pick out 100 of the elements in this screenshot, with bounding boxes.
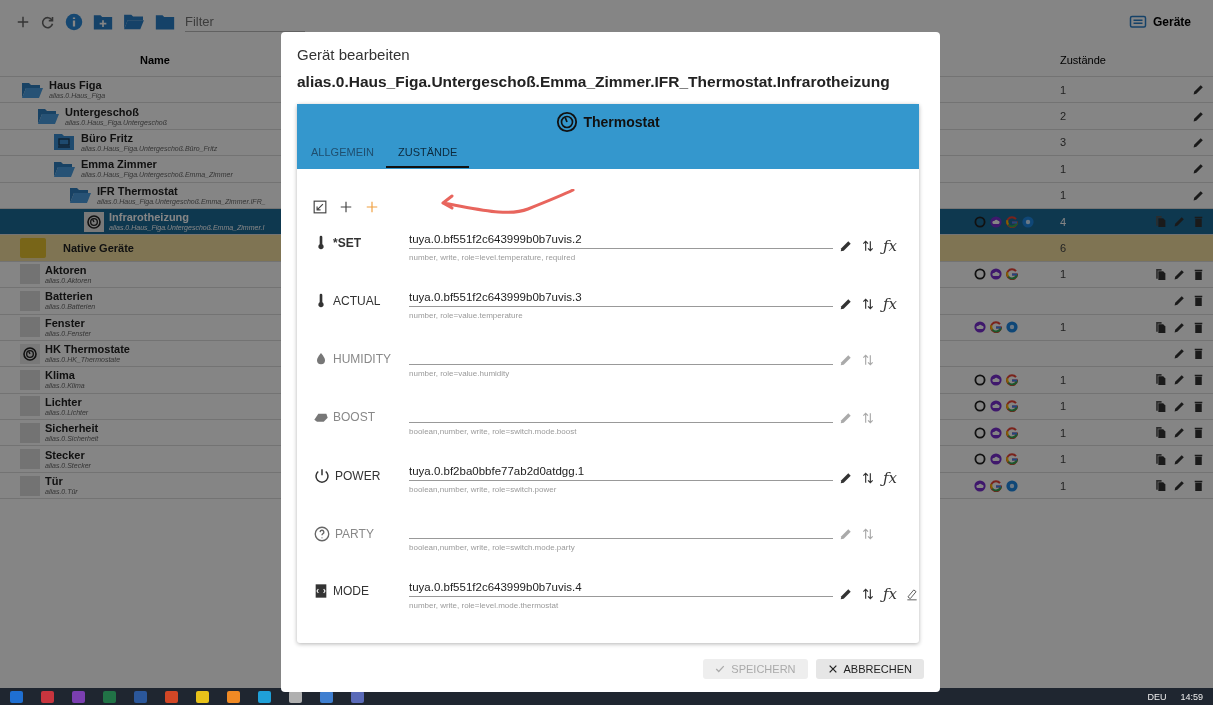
pencil-icon bbox=[839, 471, 853, 485]
delete-button[interactable] bbox=[1192, 479, 1205, 493]
trash-icon bbox=[1192, 215, 1205, 229]
copy-button[interactable] bbox=[1154, 399, 1167, 413]
column-header: Zustände bbox=[1060, 54, 1107, 66]
state-id-field[interactable]: tuya.0.bf551f2c643999b0b7uvis.4 bbox=[409, 579, 833, 597]
info-button[interactable] bbox=[65, 13, 83, 31]
delete-button[interactable] bbox=[1192, 426, 1205, 440]
pencil-icon bbox=[839, 527, 853, 541]
swap-button[interactable] bbox=[861, 471, 875, 485]
taskbar-app-icon[interactable] bbox=[258, 690, 271, 703]
add-button[interactable] bbox=[16, 15, 30, 29]
ring-icon bbox=[974, 268, 986, 281]
copy-icon bbox=[1154, 426, 1167, 440]
state-hint: number, write, role=level.temperature, required bbox=[409, 253, 577, 262]
check-icon bbox=[715, 664, 726, 674]
copy-button[interactable] bbox=[1154, 267, 1167, 281]
ring-icon bbox=[974, 374, 986, 386]
ring-icon bbox=[974, 215, 986, 228]
add-folder-button[interactable] bbox=[93, 13, 113, 31]
edit-button[interactable] bbox=[839, 297, 853, 311]
filter-field[interactable]: Filter bbox=[185, 12, 305, 32]
dot-badge-icon bbox=[1006, 321, 1018, 334]
eraser-button[interactable] bbox=[905, 587, 919, 601]
mode-icon bbox=[313, 583, 329, 599]
trash-icon bbox=[1192, 294, 1205, 308]
state-hint: boolean,number, write, role=switch.mode.party bbox=[409, 543, 576, 552]
pencil-icon bbox=[839, 297, 853, 311]
copy-icon bbox=[1154, 215, 1167, 229]
swap-arrows-icon bbox=[861, 239, 875, 253]
resize-icon[interactable] bbox=[313, 200, 327, 214]
help-icon bbox=[313, 525, 331, 543]
state-count: 4 bbox=[1060, 215, 1068, 228]
trash-icon bbox=[1192, 452, 1205, 466]
pencil-icon bbox=[1173, 347, 1186, 361]
pencil-icon bbox=[1192, 109, 1205, 123]
copy-button[interactable] bbox=[1154, 373, 1167, 387]
copy-button[interactable] bbox=[1154, 479, 1167, 493]
cloud-badge-icon bbox=[990, 453, 1002, 466]
tab[interactable]: ZUSTÄNDE bbox=[385, 140, 470, 168]
pencil-icon bbox=[1173, 399, 1186, 413]
cancel-button[interactable]: ABBRECHEN bbox=[815, 659, 924, 679]
power-icon bbox=[313, 467, 331, 485]
g-logo-icon bbox=[990, 321, 1002, 334]
delete-button[interactable] bbox=[1192, 267, 1205, 281]
trash-icon bbox=[1192, 320, 1205, 334]
state-count: 1 bbox=[1060, 268, 1068, 281]
state-label: *SET bbox=[333, 236, 361, 250]
state-count: 1 bbox=[1060, 479, 1068, 492]
copy-button[interactable] bbox=[1154, 452, 1167, 466]
swap-button[interactable] bbox=[861, 587, 875, 601]
item-name: Emma Zimmer bbox=[81, 159, 158, 171]
state-label: HUMIDITY bbox=[333, 352, 391, 366]
collapse-all-button[interactable] bbox=[155, 13, 175, 31]
plus-icon bbox=[365, 199, 379, 214]
cloud-badge-icon bbox=[974, 321, 986, 334]
pencil-icon bbox=[1173, 373, 1186, 387]
edit-button[interactable] bbox=[839, 587, 853, 601]
pencil-icon bbox=[1173, 267, 1186, 281]
taskbar-app-icon[interactable] bbox=[227, 690, 240, 703]
pencil-icon bbox=[839, 239, 853, 253]
delete-button[interactable] bbox=[1192, 373, 1205, 387]
language-indicator[interactable]: DEU bbox=[1147, 691, 1167, 702]
expand-all-button[interactable] bbox=[123, 13, 145, 31]
delete-button[interactable] bbox=[1192, 399, 1205, 413]
folder-open-icon bbox=[123, 13, 145, 31]
state-label: BOOST bbox=[333, 410, 375, 424]
pencil-icon bbox=[839, 411, 853, 425]
close-icon bbox=[827, 664, 838, 674]
pencil-icon bbox=[1173, 215, 1186, 229]
state-id-field[interactable]: tuya.0.bf551f2c643999b0b7uvis.3 bbox=[409, 289, 833, 307]
edit-button[interactable] bbox=[839, 239, 853, 253]
delete-button[interactable] bbox=[1192, 347, 1205, 361]
state-label: ACTUAL bbox=[333, 294, 381, 308]
refresh-button[interactable] bbox=[40, 14, 55, 30]
swap-button[interactable] bbox=[861, 239, 875, 253]
trash-icon bbox=[1192, 267, 1205, 281]
copy-icon bbox=[1154, 452, 1167, 466]
state-id-field[interactable]: tuya.0.bf2ba0bbfe77ab2d0atdgg.1 bbox=[409, 463, 833, 481]
item-name: Fenster bbox=[45, 317, 86, 329]
delete-button[interactable] bbox=[1192, 320, 1205, 334]
cloud-badge-icon bbox=[974, 479, 986, 492]
pencil-icon bbox=[1192, 135, 1205, 149]
g-logo-icon bbox=[1006, 400, 1018, 413]
edit-button[interactable] bbox=[839, 471, 853, 485]
folder-icon bbox=[155, 13, 175, 31]
taskbar-app-icon[interactable] bbox=[196, 690, 209, 703]
state-count: 1 bbox=[1060, 189, 1068, 202]
copy-button[interactable] bbox=[1154, 320, 1167, 334]
trash-icon bbox=[1192, 399, 1205, 413]
swap-arrows-icon bbox=[861, 471, 875, 485]
state-id-field[interactable]: tuya.0.bf551f2c643999b0b7uvis.2 bbox=[409, 231, 833, 249]
delete-button[interactable] bbox=[1192, 294, 1205, 308]
pencil-icon bbox=[1173, 294, 1186, 308]
state-count: 1 bbox=[1060, 321, 1068, 334]
swap-arrows-icon bbox=[861, 527, 875, 541]
swap-button[interactable] bbox=[861, 297, 875, 311]
clock[interactable]: 14:59 bbox=[1180, 691, 1203, 702]
copy-button[interactable] bbox=[1154, 426, 1167, 440]
delete-button[interactable] bbox=[1192, 452, 1205, 466]
